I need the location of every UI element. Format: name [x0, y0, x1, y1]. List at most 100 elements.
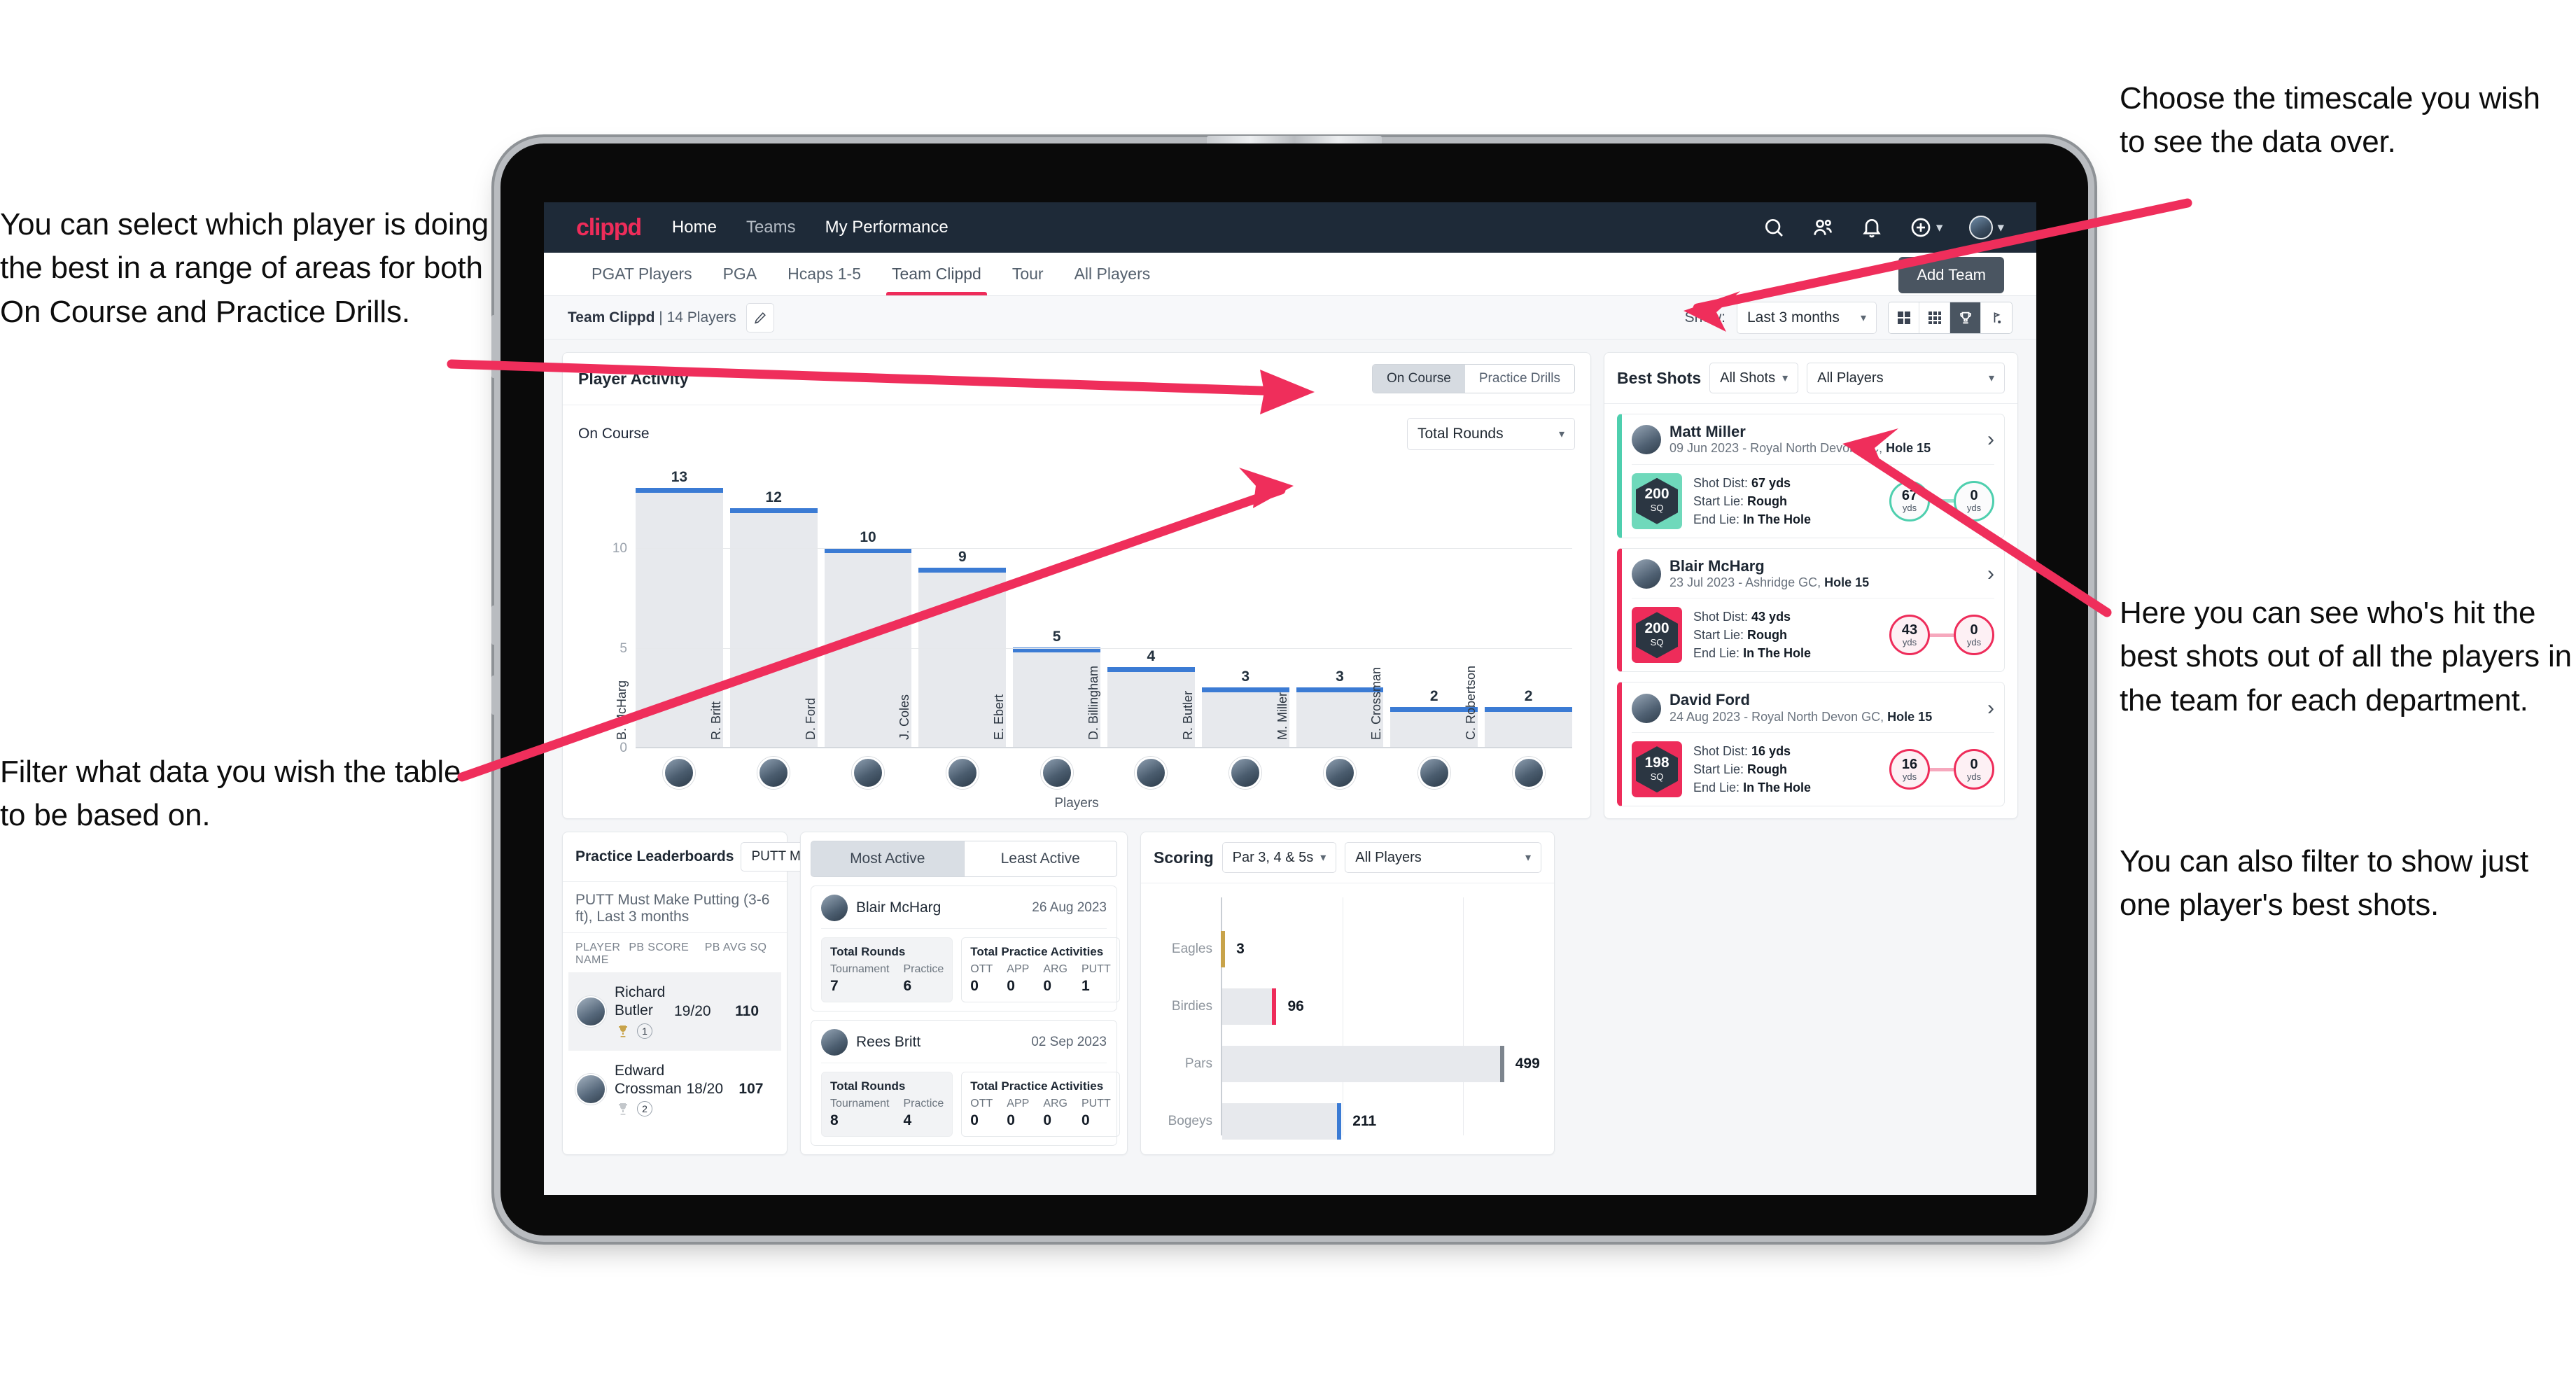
leaderboard-subtitle: PUTT Must Make Putting (3-6 ft), Last 3 … [563, 882, 787, 933]
leaderboard-period: Last 3 months [592, 909, 690, 925]
on-course-label: On Course [578, 426, 650, 442]
search-icon[interactable] [1763, 216, 1785, 239]
tab-pga[interactable]: PGA [708, 253, 773, 295]
section-tab-bar: PGAT Players PGA Hcaps 1-5 Team Clippd T… [544, 253, 2036, 296]
best-shots-player-filter[interactable]: All Players ▾ [1807, 363, 2005, 393]
avatar[interactable] [1229, 757, 1262, 789]
scoring-bar-row[interactable]: Bogeys 211 [1168, 1103, 1539, 1140]
golf-flag-view-button[interactable] [1981, 302, 2012, 333]
leaderboard-row[interactable]: Richard Butler 1 19/20 110 [568, 972, 781, 1051]
tab-hcaps-1-5[interactable]: Hcaps 1-5 [772, 253, 876, 295]
best-shot-card[interactable]: Blair McHarg 23 Jul 2023 - Ashridge GC, H… [1617, 547, 2005, 673]
scoring-bar-row[interactable]: Birdies 96 [1172, 988, 1539, 1025]
clippd-logo[interactable]: clippd [576, 214, 642, 241]
avatar[interactable] [1040, 757, 1073, 789]
best-shots-shot-filter[interactable]: All Shots ▾ [1709, 363, 1799, 393]
tab-most-active[interactable]: Most Active [811, 841, 965, 877]
bar-category-label: M. Miller [1275, 692, 1289, 740]
hexagon-icon: 198 SQ [1636, 746, 1678, 793]
avatar[interactable] [1135, 757, 1168, 789]
avatar-icon[interactable] [1969, 216, 1994, 239]
show-label: Show: [1684, 309, 1726, 326]
bar-column[interactable]: 2 C. Robertson [1464, 468, 1572, 747]
nav-link-teams[interactable]: Teams [746, 218, 796, 237]
scoring-header: Scoring Par 3, 4 & 5s ▾ All Players ▾ [1141, 832, 1554, 883]
dashboard-row-top: Player Activity On Course Practice Drill… [562, 352, 2018, 819]
scoring-bar-row[interactable]: Eagles 3 [1172, 931, 1539, 967]
best-shot-card[interactable]: Matt Miller 09 Jun 2023 - Royal North Dev… [1617, 414, 2005, 538]
add-team-button[interactable]: Add Team [1898, 257, 2004, 293]
activity-card-body: Total Rounds Tournament 8 Practice 4 Total Pr… [821, 1063, 1120, 1137]
tab-team-clippd[interactable]: Team Clippd [876, 253, 997, 295]
profile-menu[interactable]: ▾ [1969, 216, 2004, 239]
player-filter-value: All Players [1817, 370, 1884, 386]
avatar[interactable] [1323, 757, 1356, 789]
scoring-bar[interactable] [1222, 1046, 1504, 1082]
bar-category-label: C. Robertson [1464, 665, 1478, 740]
grid-line: 10 [612, 541, 1572, 556]
sq-unit: SQ [1650, 637, 1664, 648]
end-distance-unit: yds [1966, 503, 1982, 514]
scoring-bar[interactable] [1222, 1103, 1342, 1140]
segment-practice-drills[interactable]: Practice Drills [1464, 365, 1574, 393]
grid-large-view-button[interactable] [1889, 302, 1919, 333]
avatar[interactable] [851, 757, 884, 789]
activity-card[interactable]: Rees Britt 02 Sep 2023 Total Rounds Tournam… [811, 1020, 1120, 1146]
shot-quality-badge: 200 SQ [1632, 607, 1682, 664]
edit-team-button[interactable] [746, 302, 774, 332]
scoring-bar-cap [1337, 1103, 1342, 1140]
bar[interactable]: 2 C. Robertson [1464, 666, 1572, 747]
scoring-bar[interactable] [1221, 931, 1226, 967]
start-distance-node: 16 yds [1889, 749, 1930, 790]
scoring-bar-cap [1221, 931, 1226, 967]
chevron-right-icon[interactable]: › [1987, 564, 1994, 584]
nav-link-my-performance[interactable]: My Performance [825, 218, 948, 237]
bell-icon[interactable] [1861, 216, 1883, 239]
shot-date-course: 09 Jun 2023 - Royal North Devon GC, [1670, 441, 1886, 456]
dashboard-row-bottom: Practice Leaderboards PUTT Must Make Put… [562, 832, 2018, 1155]
tab-pgat-players[interactable]: PGAT Players [576, 253, 708, 295]
distance-diagram: 67 yds 0 yds [1889, 480, 1994, 522]
plus-circle-icon[interactable] [1910, 216, 1932, 239]
end-distance-node: 0 yds [1954, 749, 1994, 790]
bar-value-label: 4 [1147, 648, 1156, 665]
player-avatar-slot [825, 757, 912, 789]
timescale-select[interactable]: Last 3 months ▾ [1737, 301, 1877, 334]
tab-all-players[interactable]: All Players [1059, 253, 1166, 295]
nav-link-home[interactable]: Home [672, 218, 717, 237]
avatar[interactable] [757, 757, 790, 789]
end-lie-value: In The Hole [1743, 646, 1812, 661]
timescale-value: Last 3 months [1747, 309, 1840, 326]
scoring-par-filter[interactable]: Par 3, 4 & 5s ▾ [1222, 842, 1337, 873]
tab-least-active[interactable]: Least Active [964, 841, 1117, 877]
sq-unit: SQ [1650, 771, 1664, 782]
avatar[interactable] [946, 757, 979, 789]
player-activity-title: Player Activity [578, 369, 689, 388]
avatar[interactable] [1418, 757, 1450, 789]
scoring-bar-row[interactable]: Pars 499 [1185, 1046, 1540, 1082]
start-distance-value: 67 [1901, 488, 1918, 504]
segment-on-course[interactable]: On Course [1373, 365, 1465, 393]
scoring-player-filter[interactable]: All Players ▾ [1345, 842, 1541, 873]
x-axis-label: Players [1054, 796, 1099, 811]
end-lie-line: End Lie: In The Hole [1693, 778, 1811, 797]
activity-card[interactable]: Blair McHarg 26 Aug 2023 Total Rounds Tourn… [811, 886, 1120, 1011]
avatar[interactable] [1512, 757, 1545, 789]
tab-tour[interactable]: Tour [997, 253, 1059, 295]
leaderboard-row[interactable]: Edward Crossman 2 18/20 107 [568, 1051, 781, 1129]
people-icon[interactable] [1812, 216, 1834, 239]
best-shot-card[interactable]: David Ford 24 Aug 2023 - Royal North Devo… [1617, 682, 2005, 807]
practice-stat: APP 0 [1007, 1098, 1030, 1128]
avatar[interactable] [663, 757, 696, 789]
metric-select[interactable]: Total Rounds ▾ [1407, 418, 1575, 450]
bar-category-label: R. Butler [1180, 690, 1195, 740]
trophy-view-button[interactable] [1950, 302, 1981, 333]
scoring-bar[interactable] [1222, 988, 1277, 1025]
chevron-right-icon[interactable]: › [1987, 697, 1994, 719]
shot-dist-value: 67 yds [1751, 475, 1791, 490]
grid-small-view-button[interactable] [1919, 302, 1950, 333]
start-distance-unit: yds [1902, 503, 1917, 514]
screenshot-stage: You can select which player is doing the… [0, 0, 2576, 1386]
add-menu[interactable]: ▾ [1910, 216, 1942, 239]
chevron-right-icon[interactable]: › [1987, 429, 1994, 450]
